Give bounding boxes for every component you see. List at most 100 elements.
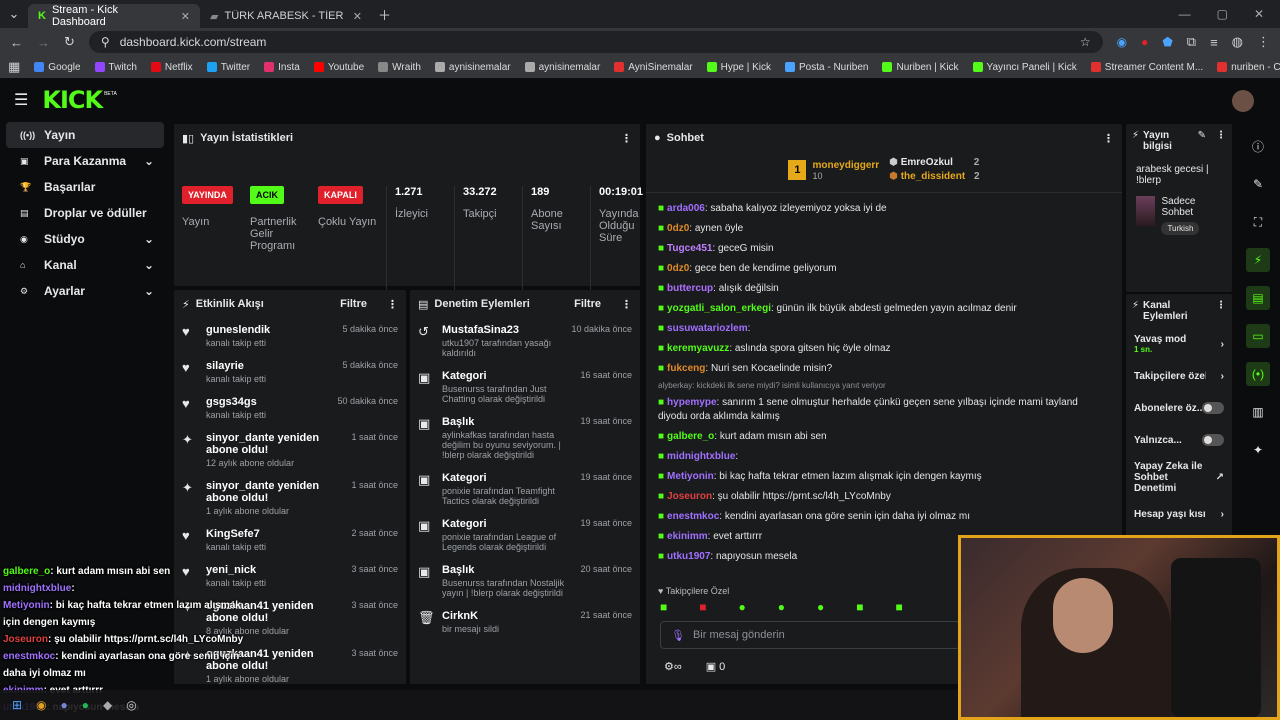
wrench-icon[interactable]: ✦ (1246, 438, 1270, 462)
app-icon[interactable]: ◆ (103, 698, 112, 712)
extension-icon[interactable]: ● (1141, 35, 1148, 49)
reading-list-icon[interactable]: ≡ (1210, 35, 1218, 50)
bookmark-item[interactable]: AyniSinemalar (614, 62, 693, 73)
more-options-icon[interactable]: ⋮ (621, 132, 632, 145)
tab-tier-list[interactable]: ▰ TÜRK ARABESK - TİER LİST - Tie ✕ (200, 4, 372, 28)
emote-icon[interactable]: ● (739, 600, 746, 614)
tab-kick-dashboard[interactable]: K Stream - Kick Dashboard ✕ (28, 4, 200, 28)
bookmark-item[interactable]: Hype | Kick (706, 62, 771, 73)
chat-icon[interactable]: ▭ (1246, 324, 1270, 348)
close-tab-icon[interactable]: ✕ (181, 10, 190, 23)
chat-input[interactable]: 🎙 Bir mesaj gönderin (660, 621, 960, 649)
chat-username[interactable]: utku1907 (667, 551, 710, 562)
bookmark-item[interactable]: Insta (264, 62, 300, 73)
chevron-right-icon[interactable]: › (1221, 509, 1224, 520)
obs-icon[interactable]: ◎ (126, 698, 136, 712)
bookmark-item[interactable]: aynisinemalar (524, 62, 600, 73)
top-gifter-1[interactable]: 1 moneydiggerr 10 (788, 156, 879, 184)
bookmark-item[interactable]: Wraith (378, 62, 421, 73)
bookmark-item[interactable]: Posta - Nuriben (784, 62, 868, 73)
chat-username[interactable]: keremyavuzz (667, 343, 729, 354)
top-gifter-2[interactable]: ⬢ EmreOzkul 2 (889, 156, 979, 170)
filter-button[interactable]: Filtre (574, 298, 601, 310)
chat-username[interactable]: hypemype (667, 397, 716, 408)
user-avatar[interactable] (1232, 90, 1254, 112)
back-icon[interactable]: ← (10, 35, 23, 50)
channel-action-row[interactable]: Yavaş mod 1 sn. › (1126, 328, 1232, 360)
chat-username[interactable]: midnightxblue (667, 451, 735, 462)
edit-icon[interactable]: ✎ (1198, 130, 1206, 141)
more-options-icon[interactable]: ⋮ (621, 298, 632, 311)
emote-icon[interactable]: ■ (699, 600, 706, 614)
layout-icon[interactable]: ▥ (1246, 400, 1270, 424)
sidebar-item-ayarlar[interactable]: ⚙ Ayarlar ⌄ (6, 278, 164, 304)
mod-tools-icon[interactable]: ⚙∞ (664, 660, 682, 673)
reload-icon[interactable]: ↻ (64, 34, 75, 50)
profile-icon[interactable]: ◍ (1232, 34, 1243, 50)
extensions-puzzle-icon[interactable]: ⧉ (1187, 34, 1196, 50)
close-tab-icon[interactable]: ✕ (353, 10, 362, 23)
sidebar-item-başarılar[interactable]: 🏆 Başarılar (6, 174, 164, 200)
address-bar[interactable]: ⚲ dashboard.kick.com/stream ☆ (88, 31, 1103, 53)
bookmark-item[interactable]: aynisinemalar (434, 62, 511, 73)
sidebar-item-yayın[interactable]: ((•)) Yayın (6, 122, 164, 148)
bookmark-item[interactable]: Netflix (150, 62, 193, 73)
mic-icon[interactable]: 🎙 (671, 629, 685, 642)
emote-icon[interactable]: ■ (856, 600, 863, 614)
more-options-icon[interactable]: ⋮ (387, 298, 398, 311)
chevron-right-icon[interactable]: › (1221, 371, 1224, 382)
chat-username[interactable]: fukceng (667, 363, 705, 374)
bookmark-item[interactable]: Twitter (206, 62, 250, 73)
tab-search-icon[interactable]: ⌄ (0, 6, 28, 22)
sidebar-item-para-kazanma[interactable]: ▣ Para Kazanma ⌄ (6, 148, 164, 174)
extension-icon[interactable]: ◉ (1117, 35, 1127, 49)
bookmark-item[interactable]: Google (34, 62, 81, 73)
bookmark-item[interactable]: Streamer Content M... (1090, 62, 1203, 73)
chat-username[interactable]: yozgatli_salon_erkegi (667, 303, 771, 314)
more-options-icon[interactable]: ⋮ (1103, 132, 1114, 145)
sidebar-item-kanal[interactable]: ⌂ Kanal ⌄ (6, 252, 164, 278)
top-gifter-3[interactable]: ⬢ the_dissident 2 (889, 170, 979, 184)
chat-username[interactable]: buttercup (667, 283, 713, 294)
chat-username[interactable]: Tugce451 (667, 243, 712, 254)
channel-action-row[interactable]: Yapay Zeka ile Sohbet Denetimi ↗ (1126, 456, 1232, 498)
bookmark-item[interactable]: Nuriben | Kick (882, 62, 959, 73)
more-options-icon[interactable]: ⋮ (1216, 300, 1226, 311)
forward-icon[interactable]: → (37, 35, 50, 50)
lightning-icon[interactable]: ⚡ (1246, 248, 1270, 272)
edit-icon[interactable]: ✎ (1246, 172, 1270, 196)
chat-username[interactable]: 0dz0 (667, 223, 689, 234)
bookmark-item[interactable]: nuriben - Channel S... (1217, 62, 1280, 73)
maximize-icon[interactable]: ▢ (1217, 7, 1228, 21)
chat-username[interactable]: Metiyonin (667, 471, 714, 482)
new-tab-icon[interactable]: ＋ (378, 5, 391, 24)
toggle-switch[interactable] (1201, 434, 1224, 446)
chrome-icon[interactable]: ◉ (36, 698, 46, 712)
emote-icon[interactable]: ● (817, 600, 824, 614)
toggle-switch[interactable] (1201, 402, 1224, 414)
chat-username[interactable]: arda006 (667, 203, 705, 214)
extension-icon[interactable]: ⬟ (1162, 35, 1172, 49)
channel-action-row[interactable]: Takipçilere özel s › (1126, 360, 1232, 392)
emote-icon[interactable]: ■ (660, 600, 667, 614)
points-icon[interactable]: ▣ 0 (706, 660, 726, 673)
minimize-icon[interactable]: — (1179, 7, 1191, 21)
bookmark-item[interactable]: Youtube (313, 62, 364, 73)
apps-icon[interactable]: ▦ (8, 59, 20, 75)
channel-action-row[interactable]: Hesap yaşı kısıtla › (1126, 498, 1232, 530)
category-name[interactable]: Sadece Sohbet (1161, 196, 1222, 218)
language-tag[interactable]: Turkish (1161, 222, 1200, 235)
bookmark-item[interactable]: Yayıncı Paneli | Kick (972, 62, 1077, 73)
channel-action-row[interactable]: Yalnızca... (1126, 424, 1232, 456)
external-link-icon[interactable]: ↗ (1216, 472, 1224, 483)
channel-action-row[interactable]: Abonelere öz... (1126, 392, 1232, 424)
chat-username[interactable]: galbere_o (667, 431, 714, 442)
fullscreen-icon[interactable]: ⛶ (1246, 210, 1270, 234)
chat-username[interactable]: Joseuron (667, 491, 712, 502)
more-options-icon[interactable]: ⋮ (1216, 130, 1226, 141)
filter-button[interactable]: Filtre (340, 298, 367, 310)
site-info-icon[interactable]: ⚲ (101, 35, 110, 49)
windows-start-icon[interactable]: ⊞ (12, 698, 22, 712)
spotify-icon[interactable]: ● (82, 698, 89, 712)
browser-menu-icon[interactable]: ⋮ (1257, 34, 1270, 50)
